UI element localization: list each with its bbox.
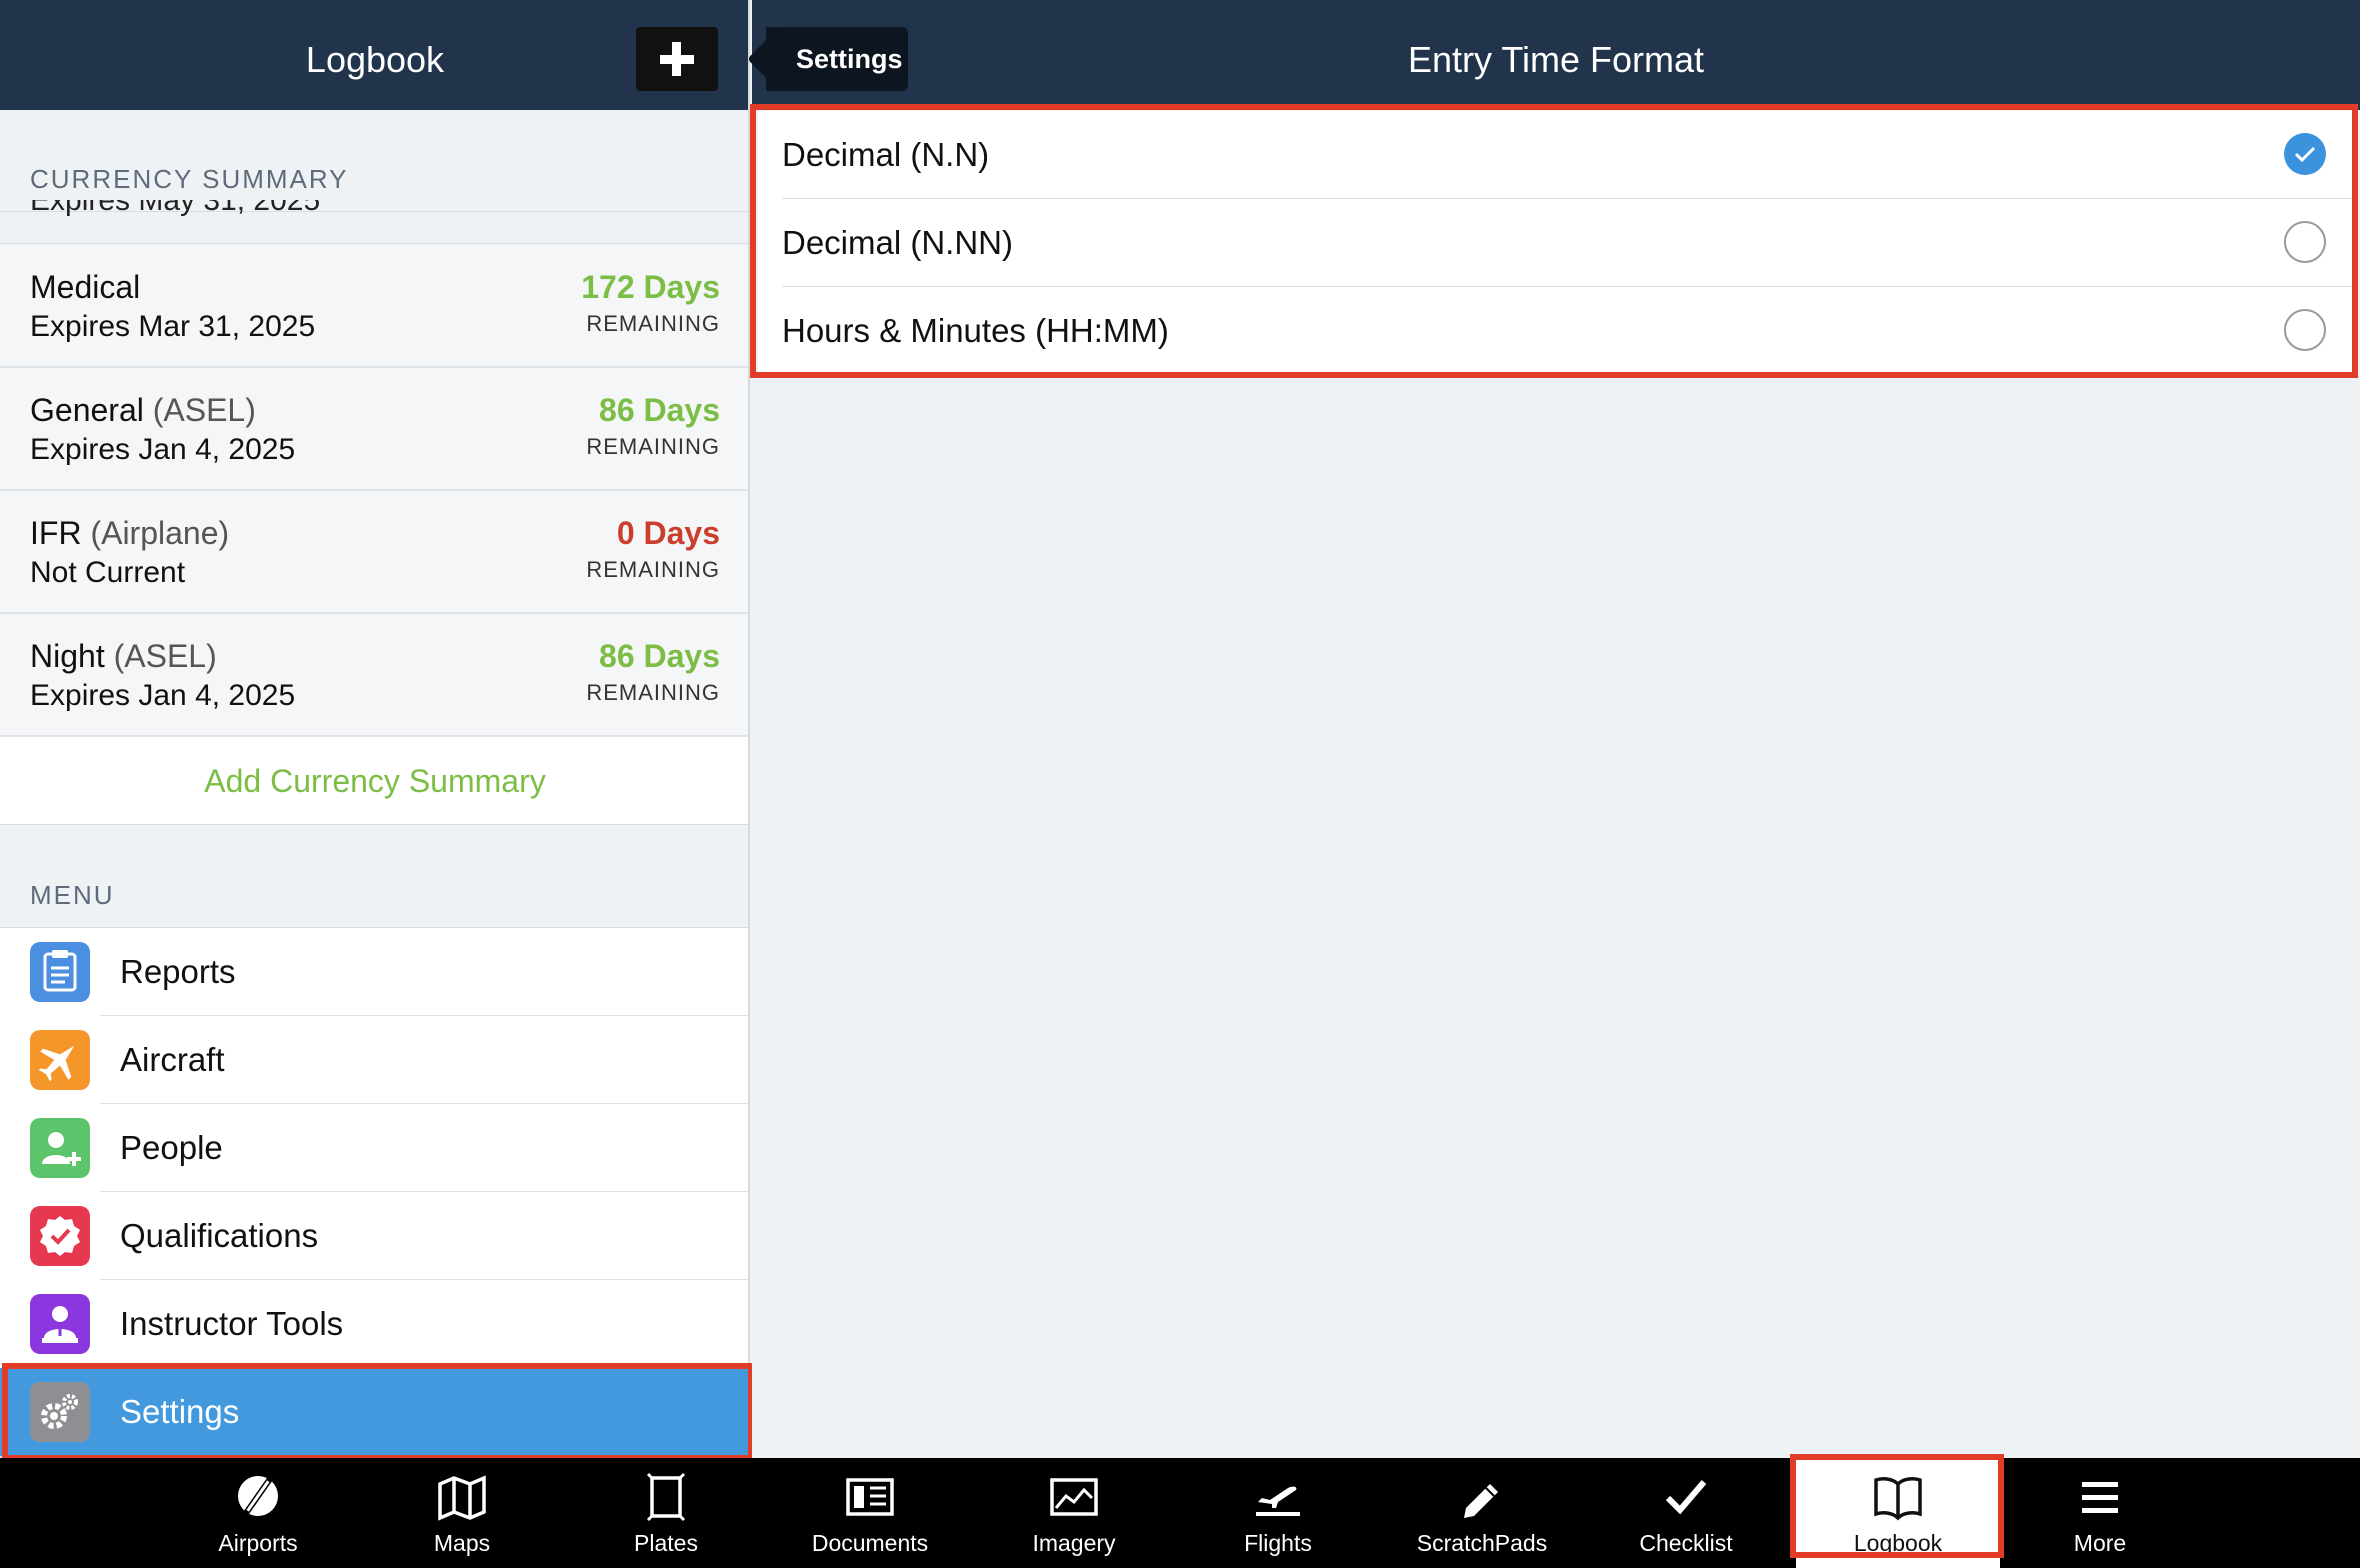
open-book-icon	[1868, 1468, 1928, 1528]
empty-radio-icon	[2284, 309, 2326, 351]
currency-expiry: Not Current	[30, 556, 186, 589]
pencil-icon	[1452, 1468, 1512, 1528]
currency-days: 0 Days	[616, 515, 720, 551]
time-format-options: Decimal (N.N) Decimal (N.NN) Hours & Min…	[758, 111, 2352, 372]
currency-title: Night	[30, 638, 105, 674]
add-person-icon	[30, 1118, 90, 1178]
tab-documents[interactable]: Documents	[768, 1458, 972, 1568]
instructor-icon	[30, 1294, 90, 1354]
map-icon	[432, 1468, 492, 1528]
option-decimal-two[interactable]: Decimal (N.NN)	[758, 199, 2352, 287]
gears-icon	[30, 1382, 90, 1442]
page-title: Entry Time Format	[1407, 39, 1705, 80]
currency-days: 86 Days	[599, 392, 720, 428]
currency-days: 86 Days	[599, 638, 720, 674]
menu-item-label: Settings	[120, 1393, 240, 1430]
back-to-settings-button[interactable]: Settings	[747, 27, 908, 91]
qualification-badge-icon	[30, 1206, 90, 1266]
imagery-icon	[1044, 1468, 1104, 1528]
logbook-panel: Logbook CURRENCY SUMMARY Expires May 31,…	[0, 0, 750, 1458]
currency-title: General	[30, 392, 144, 428]
currency-row-general[interactable]: General (ASEL) Expires Jan 4, 2025 86 Da…	[0, 368, 748, 491]
tab-logbook[interactable]: Logbook	[1796, 1458, 2000, 1568]
menu-item-settings[interactable]: Settings	[0, 1368, 748, 1456]
currency-summary-header: CURRENCY SUMMARY	[30, 164, 349, 194]
currency-expiry: Expires Mar 31, 2025	[30, 310, 316, 343]
menu-item-label: Instructor Tools	[120, 1305, 344, 1342]
currency-days: 172 Days	[581, 269, 720, 305]
tab-scratchpads[interactable]: ScratchPads	[1380, 1458, 1584, 1568]
add-entry-button[interactable]	[636, 27, 718, 91]
menu-item-label: People	[120, 1129, 223, 1166]
menu-item-label: Aircraft	[120, 1041, 225, 1078]
tab-maps[interactable]: Maps	[360, 1458, 564, 1568]
add-currency-summary-button[interactable]: Add Currency Summary	[0, 737, 748, 825]
tab-airports[interactable]: Airports	[156, 1458, 360, 1568]
clipped-currency-row: Expires May 31, 2025	[30, 200, 321, 217]
currency-row-medical[interactable]: Medical Expires Mar 31, 2025 172 Days RE…	[0, 245, 748, 368]
settings-detail-panel: Entry Time Format Settings Decimal (N.N)…	[747, 0, 2360, 1458]
tab-more[interactable]: More	[1998, 1458, 2202, 1568]
report-icon	[30, 942, 90, 1002]
currency-title: IFR	[30, 515, 82, 551]
menu-item-aircraft[interactable]: Aircraft	[0, 1016, 748, 1104]
checkmark-icon	[1656, 1468, 1716, 1528]
tab-imagery[interactable]: Imagery	[972, 1458, 1176, 1568]
currency-expiry: Expires Jan 4, 2025	[30, 433, 296, 466]
currency-remaining-label: REMAINING	[586, 434, 720, 459]
menu-item-instructor-tools[interactable]: Instructor Tools	[0, 1280, 748, 1368]
option-decimal-one[interactable]: Decimal (N.N)	[758, 111, 2352, 199]
airport-icon	[228, 1468, 288, 1528]
currency-expiry: Expires Jan 4, 2025	[30, 679, 296, 712]
plate-icon	[636, 1468, 696, 1528]
menu-item-reports[interactable]: Reports	[0, 928, 748, 1016]
airplane-icon	[30, 1030, 90, 1090]
tab-checklist[interactable]: Checklist	[1584, 1458, 1788, 1568]
currency-remaining-label: REMAINING	[586, 680, 720, 705]
menu-icon	[2070, 1468, 2130, 1528]
menu-item-people[interactable]: People	[0, 1104, 748, 1192]
currency-row-night[interactable]: Night (ASEL) Expires Jan 4, 2025 86 Days…	[0, 614, 748, 737]
menu-item-qualifications[interactable]: Qualifications	[0, 1192, 748, 1280]
checkmark-circle-icon	[2284, 133, 2326, 175]
currency-remaining-label: REMAINING	[586, 557, 720, 582]
option-label: Hours & Minutes (HH:MM)	[782, 312, 1169, 349]
tab-plates[interactable]: Plates	[564, 1458, 768, 1568]
menu-item-label: Qualifications	[120, 1217, 319, 1254]
currency-title: Medical	[30, 269, 141, 305]
currency-row-ifr[interactable]: IFR (Airplane) Not Current 0 Days REMAIN…	[0, 491, 748, 614]
currency-remaining-label: REMAINING	[586, 311, 720, 336]
empty-radio-icon	[2284, 221, 2326, 263]
option-label: Decimal (N.NN)	[782, 224, 1013, 261]
flight-takeoff-icon	[1248, 1468, 1308, 1528]
bottom-tab-bar: Airports Maps Plates Documents Imagery F…	[0, 1458, 2360, 1568]
option-label: Decimal (N.N)	[782, 136, 990, 173]
menu-item-label: Reports	[120, 953, 236, 990]
option-hours-minutes[interactable]: Hours & Minutes (HH:MM)	[758, 287, 2352, 375]
menu-header: MENU	[30, 880, 115, 910]
documents-icon	[840, 1468, 900, 1528]
back-button-label: Settings	[796, 44, 903, 74]
tab-flights[interactable]: Flights	[1176, 1458, 1380, 1568]
